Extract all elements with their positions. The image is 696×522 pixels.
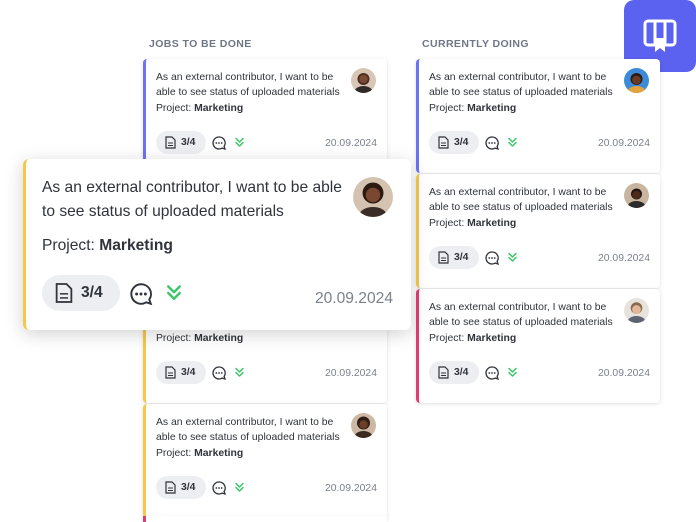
document-icon xyxy=(438,136,449,149)
comment-icon[interactable] xyxy=(484,250,500,266)
attachments-pill[interactable]: 3/4 xyxy=(156,131,206,154)
card-project: Project: Marketing xyxy=(429,218,517,229)
column-title-todo: JOBS TO BE DONE xyxy=(149,38,252,50)
attachments-count: 3/4 xyxy=(81,284,103,301)
double-chevron-down-icon xyxy=(235,482,244,492)
double-chevron-down-icon xyxy=(508,367,517,377)
card-date: 20.09.2024 xyxy=(314,290,393,307)
card-project: Project: Marketing xyxy=(42,237,173,254)
comment-icon[interactable] xyxy=(211,135,227,151)
card-description: As an external contributor, I want to be… xyxy=(429,302,613,328)
task-card[interactable]: As an external contributor, I want to be… xyxy=(416,59,660,173)
attachments-count: 3/4 xyxy=(454,367,469,378)
attachments-count: 3/4 xyxy=(454,252,469,263)
document-icon xyxy=(438,366,449,379)
double-chevron-down-icon xyxy=(508,252,517,262)
dragged-task-card[interactable]: As an external contributor, I want to be… xyxy=(23,159,411,330)
task-card-partial[interactable] xyxy=(143,516,387,522)
card-project: Project: Marketing xyxy=(429,333,517,344)
card-description: As an external contributor, I want to be… xyxy=(429,187,613,213)
comment-icon[interactable] xyxy=(211,480,227,496)
comment-icon[interactable] xyxy=(484,135,500,151)
avatar[interactable] xyxy=(624,298,649,323)
avatar[interactable] xyxy=(353,177,393,217)
column-title-doing: CURRENTLY DOING xyxy=(422,38,529,50)
card-description: As an external contributor, I want to be… xyxy=(156,417,340,443)
document-icon xyxy=(165,366,176,379)
attachments-count: 3/4 xyxy=(181,137,196,148)
comment-icon[interactable] xyxy=(128,281,154,307)
attachments-pill[interactable]: 3/4 xyxy=(42,275,120,311)
attachments-count: 3/4 xyxy=(181,482,196,493)
card-description: As an external contributor, I want to be… xyxy=(42,179,342,220)
card-date: 20.09.2024 xyxy=(597,138,650,149)
card-date: 20.09.2024 xyxy=(597,368,650,379)
double-chevron-down-icon xyxy=(508,137,517,147)
double-chevron-down-icon xyxy=(167,285,181,300)
comment-icon[interactable] xyxy=(484,365,500,381)
task-card[interactable]: As an external contributor, I want to be… xyxy=(416,289,660,403)
avatar[interactable] xyxy=(624,68,649,93)
card-project: Project: Marketing xyxy=(156,448,244,459)
document-icon xyxy=(438,251,449,264)
attachments-pill[interactable]: 3/4 xyxy=(156,476,206,499)
card-project: Project: Marketing xyxy=(156,103,244,114)
card-date: 20.09.2024 xyxy=(597,253,650,264)
comment-icon[interactable] xyxy=(211,365,227,381)
card-date: 20.09.2024 xyxy=(324,138,377,149)
document-icon xyxy=(165,136,176,149)
attachments-pill[interactable]: 3/4 xyxy=(156,361,206,384)
double-chevron-down-icon xyxy=(235,137,244,147)
card-date: 20.09.2024 xyxy=(324,368,377,379)
task-card[interactable]: As an external contributor, I want to be… xyxy=(416,174,660,288)
double-chevron-down-icon xyxy=(235,367,244,377)
attachments-pill[interactable]: 3/4 xyxy=(429,361,479,384)
attachments-pill[interactable]: 3/4 xyxy=(429,246,479,269)
avatar[interactable] xyxy=(624,183,649,208)
avatar[interactable] xyxy=(351,68,376,93)
card-description: As an external contributor, I want to be… xyxy=(429,72,613,98)
card-project: Project: Marketing xyxy=(429,103,517,114)
card-date: 20.09.2024 xyxy=(324,483,377,494)
card-description: As an external contributor, I want to be… xyxy=(156,72,340,98)
attachments-count: 3/4 xyxy=(181,367,196,378)
document-icon xyxy=(55,283,73,303)
document-icon xyxy=(165,481,176,494)
task-card[interactable]: As an external contributor, I want to be… xyxy=(143,59,387,173)
kanban-logo-icon xyxy=(643,19,677,52)
attachments-pill[interactable]: 3/4 xyxy=(429,131,479,154)
avatar[interactable] xyxy=(351,413,376,438)
task-card[interactable]: As an external contributor, I want to be… xyxy=(143,404,387,518)
attachments-count: 3/4 xyxy=(454,137,469,148)
card-project: Project: Marketing xyxy=(156,333,244,344)
